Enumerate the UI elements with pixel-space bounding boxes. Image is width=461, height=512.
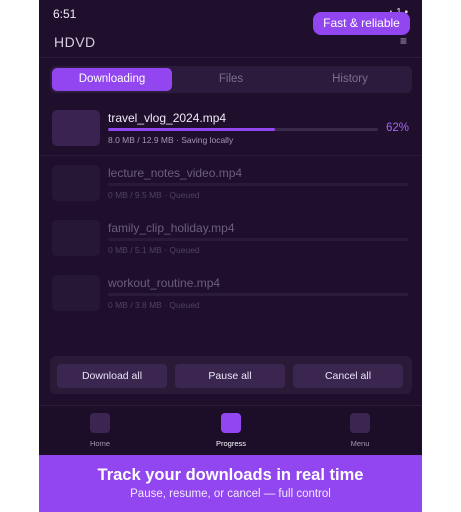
download-filename: travel_vlog_2024.mp4 [108,111,227,125]
promo-banner: Track your downloads in real time Pause,… [39,455,422,512]
download-item[interactable]: travel_vlog_2024.mp4 8.0 MB / 12.9 MB · … [39,102,422,157]
hamburger-menu-icon[interactable]: ≡ [400,34,407,48]
divider [39,155,422,156]
bulk-actions-panel: Download all Pause all Cancel all [50,356,412,394]
tab-files[interactable]: Files [171,68,291,91]
download-item[interactable]: family_clip_holiday.mp4 0 MB / 5.1 MB · … [39,212,422,267]
video-thumbnail [52,110,100,146]
nav-home[interactable]: Home [70,413,130,448]
download-progress-bar [108,183,408,186]
phone-screen: 6:51 ▴ 1 ▪ HDVD ≡ Downloading Files Hist… [39,0,422,512]
menu-icon [350,413,370,433]
pause-all-button[interactable]: Pause all [175,364,285,388]
download-progress-bar [108,293,408,296]
download-filename: workout_routine.mp4 [108,276,221,290]
download-item[interactable]: lecture_notes_video.mp4 0 MB / 9.5 MB · … [39,157,422,212]
download-progress-bar [108,238,408,241]
cancel-all-button[interactable]: Cancel all [293,364,403,388]
video-thumbnail [52,165,100,201]
download-meta: 0 MB / 3.8 MB · Queued [108,300,200,310]
download-filename: lecture_notes_video.mp4 [108,166,243,180]
tab-bar: Downloading Files History [50,66,412,93]
tab-history[interactable]: History [290,68,410,91]
promo-headline: Track your downloads in real time [97,466,364,484]
download-progress-fill [108,128,276,131]
download-meta: 0 MB / 5.1 MB · Queued [108,245,200,255]
app-title: HDVD [54,34,96,50]
download-item[interactable]: workout_routine.mp4 0 MB / 3.8 MB · Queu… [39,267,422,322]
status-time: 6:51 [53,7,77,21]
video-thumbnail [52,275,100,311]
tab-downloading[interactable]: Downloading [52,68,172,91]
promo-subtitle: Pause, resume, or cancel — full control [130,488,331,500]
download-all-button[interactable]: Download all [57,364,167,388]
nav-label: Menu [350,439,370,448]
download-meta: 8.0 MB / 12.9 MB · Saving locally [108,135,234,145]
nav-label: Home [89,439,110,448]
bottom-navigation: Home Progress Menu [39,405,422,455]
nav-label: Progress [215,439,246,448]
video-thumbnail [52,220,100,256]
download-filename: family_clip_holiday.mp4 [108,221,235,235]
nav-progress[interactable]: Progress [201,413,261,448]
progress-icon [221,413,241,433]
download-meta: 0 MB / 9.5 MB · Queued [108,190,200,200]
home-icon [90,413,110,433]
feature-badge: Fast & reliable [313,12,410,35]
nav-menu[interactable]: Menu [330,413,390,448]
download-percent: 62% [385,122,409,134]
download-progress-bar [108,128,378,131]
